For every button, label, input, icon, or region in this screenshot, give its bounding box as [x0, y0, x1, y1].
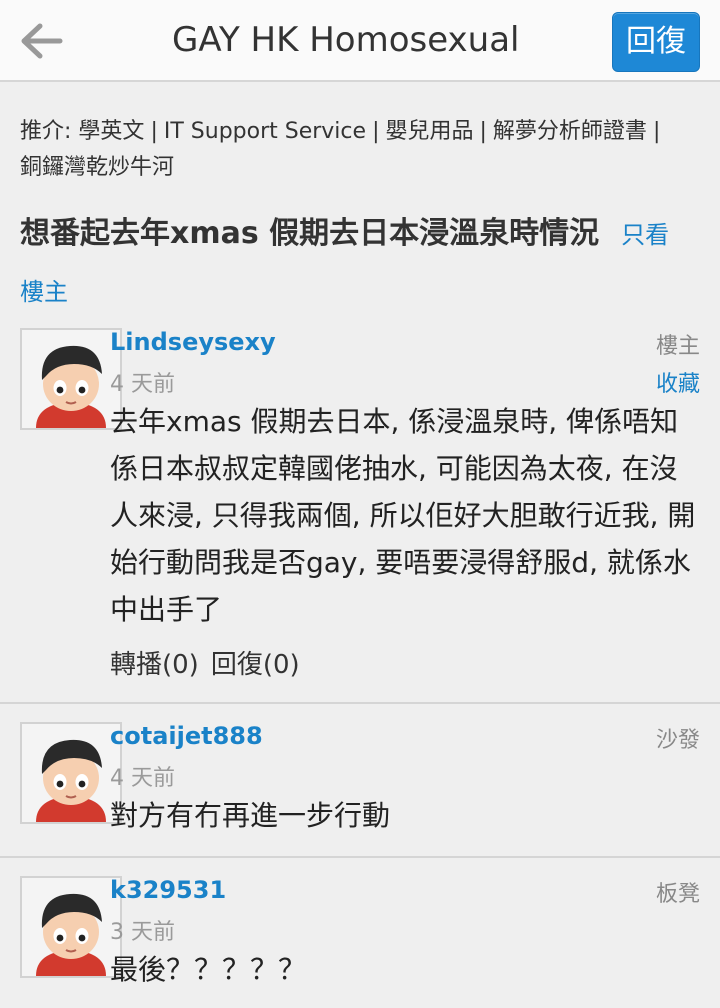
reply-link[interactable]: 回復(0): [211, 650, 300, 680]
post-time: 4 天前: [110, 372, 175, 397]
recommendation-link[interactable]: 學英文: [78, 119, 144, 144]
recommendation-bar: 推介: 學英文 | IT Support Service | 嬰兒用品 | 解夢分析師證書 |…: [20, 114, 700, 186]
recommendation-link[interactable]: IT Support Service: [164, 119, 366, 144]
page-title: GAY HK Homosexual: [172, 20, 520, 60]
recommendation-link[interactable]: 銅鑼灣乾炒牛河: [20, 155, 174, 180]
divider: [0, 856, 720, 858]
avatar[interactable]: [20, 876, 122, 978]
post-time: 3 天前: [110, 920, 175, 945]
avatar-icon: [22, 878, 120, 976]
separator: |: [652, 119, 661, 144]
share-link[interactable]: 轉播(0): [110, 650, 199, 680]
avatar-icon: [22, 330, 120, 428]
post-floor-label: 樓主: [655, 334, 700, 359]
post-username[interactable]: k329531: [110, 876, 226, 904]
post-username[interactable]: cotaijet888: [110, 722, 263, 750]
thread-title-block: 想番起去年xmas 假期去日本浸溫泉時情況 只看 樓主: [20, 210, 710, 306]
recommendation-link[interactable]: 嬰兒用品: [385, 119, 473, 144]
favorite-link[interactable]: 收藏: [656, 366, 700, 398]
post-content: 最後？？？？？: [110, 953, 307, 986]
post-content: 去年xmas 假期去日本, 係浸溫泉時, 俾係唔知係日本叔叔定韓國佬抽水, 可能…: [110, 405, 696, 626]
post-floor-label: 板凳: [655, 882, 700, 907]
recommendation-prefix: 推介:: [20, 119, 72, 144]
separator: |: [150, 119, 158, 144]
only-op-link[interactable]: 只看: [621, 221, 669, 249]
avatar[interactable]: [20, 328, 122, 430]
post-username[interactable]: Lindseysexy: [110, 328, 276, 356]
top-bar: GAY HK Homosexual 回復: [0, 0, 720, 82]
divider: [0, 702, 720, 704]
avatar[interactable]: [20, 722, 122, 824]
reply-button[interactable]: 回復: [612, 12, 700, 72]
thread-title: 想番起去年xmas 假期去日本浸溫泉時情況: [20, 216, 600, 251]
separator: |: [479, 119, 487, 144]
back-arrow-icon[interactable]: [14, 18, 66, 64]
post-time: 4 天前: [110, 766, 175, 791]
separator: |: [372, 119, 380, 144]
avatar-icon: [22, 724, 120, 822]
post-actions: 轉播(0) 回復(0): [110, 644, 312, 681]
post-floor-label: 沙發: [655, 728, 700, 753]
recommendation-link[interactable]: 解夢分析師證書: [493, 119, 647, 144]
post-content: 對方有冇再進一步行動: [110, 799, 391, 832]
